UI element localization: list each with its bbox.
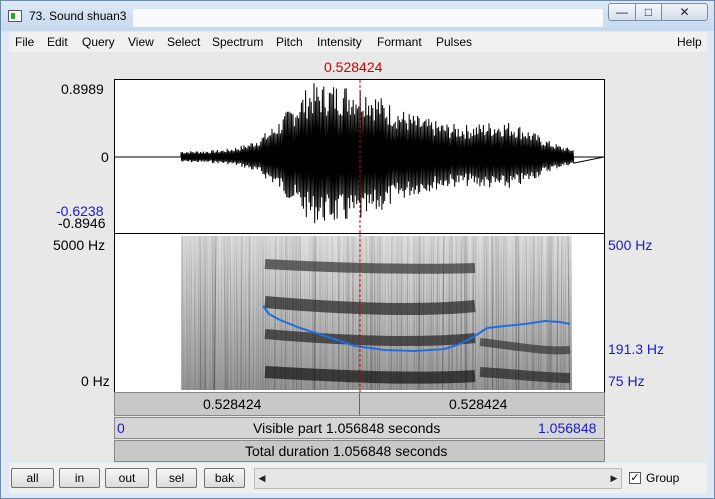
group-checkbox[interactable]: ✓ xyxy=(629,472,641,484)
visible-start-label: 0 xyxy=(117,420,125,436)
sound-editor-window: 73. Sound shuan3 — □ ✕ File Edit Query V… xyxy=(0,0,715,499)
waveform-zero-label: 0 xyxy=(101,149,109,165)
title-bar[interactable]: 73. Sound shuan3 — □ ✕ xyxy=(1,1,714,31)
zoom-all-button[interactable]: all xyxy=(11,468,54,488)
scroll-right-icon[interactable]: ▶ xyxy=(607,469,621,488)
spectrogram-top-label: 5000 Hz xyxy=(53,237,106,253)
spectrogram-bottom-label: 0 Hz xyxy=(81,373,110,389)
maximize-button[interactable]: □ xyxy=(635,3,662,21)
zoom-in-button[interactable]: in xyxy=(59,468,100,488)
scroll-left-icon[interactable]: ◀ xyxy=(255,469,269,488)
app-icon xyxy=(8,10,22,22)
menu-query[interactable]: Query xyxy=(82,35,115,49)
zoom-selection-button[interactable]: sel xyxy=(156,468,197,488)
pitch-top-label: 500 Hz xyxy=(608,237,653,253)
menu-pitch[interactable]: Pitch xyxy=(276,35,303,49)
horizontal-scrollbar[interactable]: ◀ ▶ xyxy=(254,468,622,489)
group-label: Group xyxy=(646,471,680,485)
waveform-svg xyxy=(115,80,604,233)
menu-bar: File Edit Query View Select Spectrum Pit… xyxy=(9,32,707,53)
menu-help[interactable]: Help xyxy=(677,35,702,49)
pitch-bottom-label: 75 Hz xyxy=(608,373,645,389)
zoom-out-button[interactable]: out xyxy=(105,468,149,488)
spectrogram-svg xyxy=(180,234,572,392)
time-bar-divider xyxy=(359,393,360,415)
waveform-min-label: -0.8946 xyxy=(58,215,106,231)
visible-part-label: Visible part 1.056848 seconds xyxy=(253,420,441,436)
close-button[interactable]: ✕ xyxy=(661,3,708,21)
time-bar-right-label: 0.528424 xyxy=(449,396,508,412)
visible-part-bar[interactable]: 0 Visible part 1.056848 seconds 1.056848 xyxy=(114,417,605,439)
window-title: 73. Sound shuan3 xyxy=(29,9,127,23)
minimize-button[interactable]: — xyxy=(608,3,636,21)
cursor-time-label: 0.528424 xyxy=(324,59,383,75)
menu-select[interactable]: Select xyxy=(167,35,200,49)
waveform-max-label: 0.8989 xyxy=(61,81,104,97)
visible-end-label: 1.056848 xyxy=(538,420,597,436)
menu-spectrum[interactable]: Spectrum xyxy=(212,35,263,49)
time-bar-left-label: 0.528424 xyxy=(203,396,262,412)
total-duration-bar[interactable]: Total duration 1.056848 seconds xyxy=(114,440,605,462)
pitch-cursor-label: 191.3 Hz xyxy=(608,341,665,357)
waveform-panel[interactable] xyxy=(114,79,605,234)
menu-intensity[interactable]: Intensity xyxy=(317,35,362,49)
menu-formant[interactable]: Formant xyxy=(377,35,422,49)
spectrogram-panel[interactable] xyxy=(114,234,605,392)
zoom-back-button[interactable]: bak xyxy=(204,468,245,488)
menu-pulses[interactable]: Pulses xyxy=(436,35,472,49)
menu-file[interactable]: File xyxy=(15,35,34,49)
menu-view[interactable]: View xyxy=(128,35,154,49)
total-duration-label: Total duration 1.056848 seconds xyxy=(245,443,448,459)
title-background xyxy=(133,9,603,27)
menu-edit[interactable]: Edit xyxy=(47,35,68,49)
cursor-time-bar[interactable]: 0.528424 0.528424 xyxy=(114,392,605,416)
